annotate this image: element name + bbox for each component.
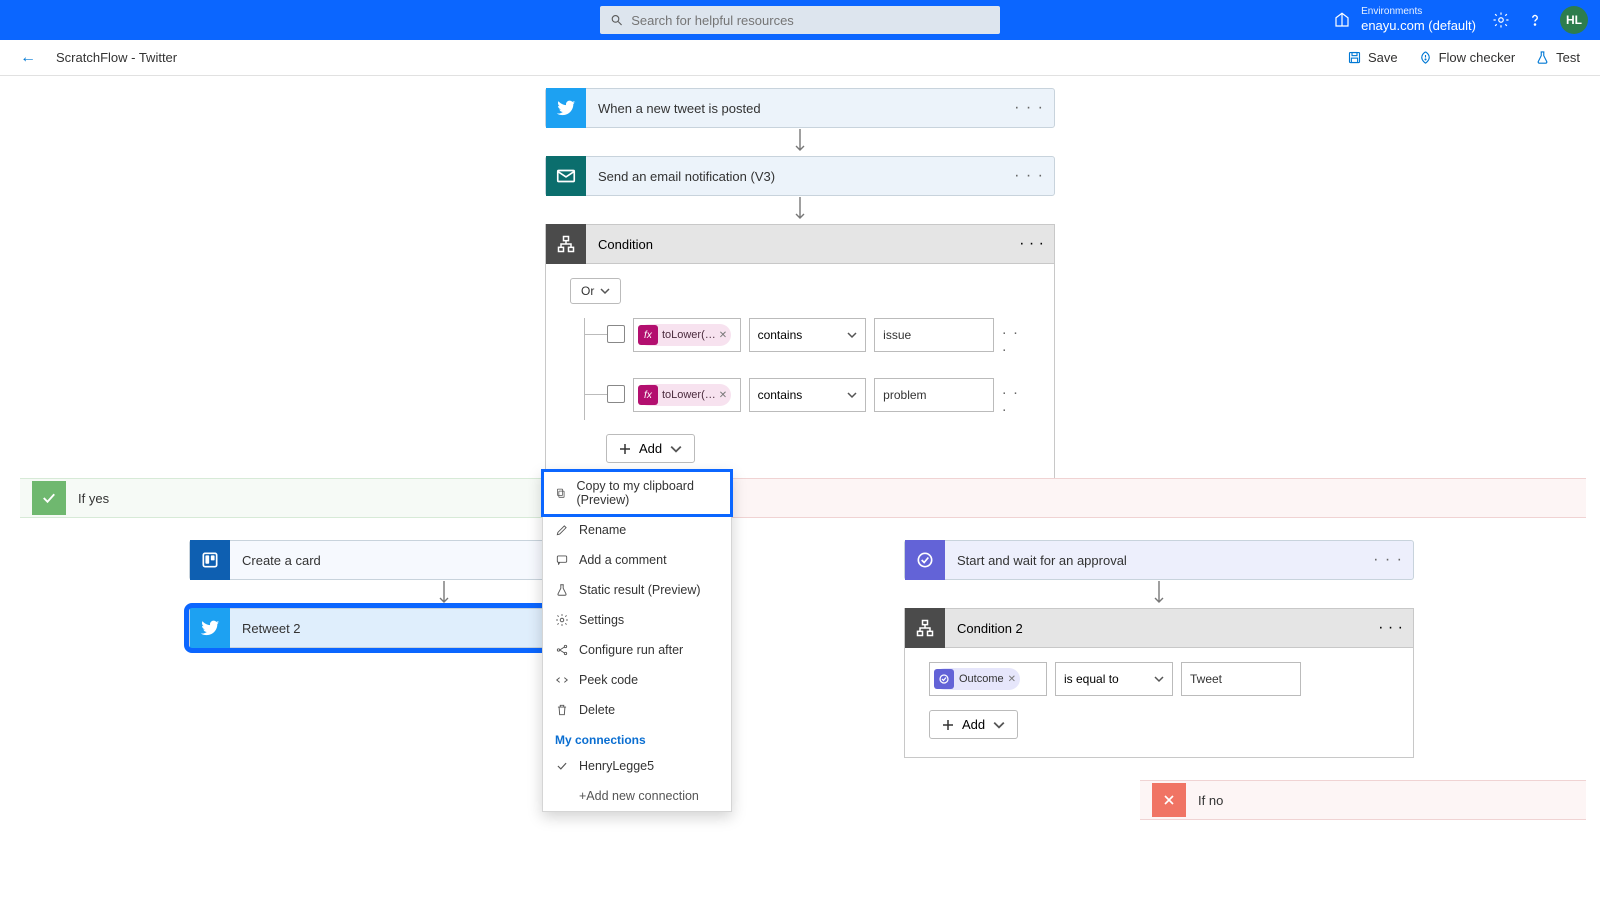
condition-body: Or fx toLower(… ✕ conta — [545, 264, 1055, 482]
twitter-icon — [190, 608, 230, 648]
environment-icon — [1333, 11, 1351, 29]
test-button[interactable]: Test — [1535, 50, 1580, 65]
context-menu: Copy to my clipboard (Preview) Rename Ad… — [542, 470, 732, 812]
condition-icon — [546, 224, 586, 264]
more-icon[interactable]: · · · — [1373, 551, 1403, 569]
group-operator-select[interactable]: Or — [570, 278, 621, 304]
right-operand[interactable]: problem — [874, 378, 994, 412]
help-icon[interactable] — [1526, 11, 1544, 29]
avatar[interactable]: HL — [1560, 6, 1588, 34]
menu-copy[interactable]: Copy to my clipboard (Preview) — [543, 471, 731, 515]
left-operand[interactable]: fx toLower(… ✕ — [633, 378, 741, 412]
row-checkbox[interactable] — [607, 385, 625, 403]
add-condition-button[interactable]: Add — [929, 710, 1018, 739]
approval-icon — [905, 540, 945, 580]
remove-token-icon[interactable]: ✕ — [719, 390, 727, 401]
command-bar: ← ScratchFlow - Twitter Save Flow checke… — [0, 40, 1600, 76]
more-icon[interactable]: · · · — [1378, 619, 1403, 637]
fx-icon: fx — [638, 385, 658, 405]
more-icon[interactable]: · · · — [1002, 324, 1030, 358]
operator-select[interactable]: contains — [749, 378, 867, 412]
menu-comment[interactable]: Add a comment — [543, 545, 731, 575]
top-bar: Environments enayu.com (default) HL — [0, 0, 1600, 40]
approval-icon — [934, 669, 954, 689]
right-operand[interactable]: Tweet — [1181, 662, 1301, 696]
env-value: enayu.com (default) — [1361, 18, 1476, 34]
operator-select[interactable]: contains — [749, 318, 867, 352]
condition2-title: Condition 2 — [957, 621, 1023, 636]
condition2-step[interactable]: Condition 2 · · · — [904, 608, 1414, 648]
approval-step[interactable]: Start and wait for an approval · · · — [904, 540, 1414, 580]
env-label: Environments — [1361, 6, 1476, 18]
more-icon[interactable]: · · · — [1019, 235, 1044, 253]
search-icon — [610, 13, 623, 27]
condition-title: Condition — [598, 237, 653, 252]
add-condition-button[interactable]: Add — [606, 434, 695, 463]
flow-title: ScratchFlow - Twitter — [56, 50, 177, 65]
close-icon — [1152, 783, 1186, 817]
back-button[interactable]: ← — [20, 49, 36, 67]
menu-rename[interactable]: Rename — [543, 515, 731, 545]
condition-row: fx toLower(… ✕ contains issue · · · — [607, 318, 1030, 358]
retweet-title: Retweet 2 — [242, 621, 301, 636]
email-title: Send an email notification (V3) — [598, 169, 775, 184]
more-icon[interactable]: · · · — [1002, 384, 1030, 418]
fx-token: fx toLower(… ✕ — [638, 384, 731, 406]
flow-checker-button[interactable]: Flow checker — [1418, 50, 1516, 65]
left-operand[interactable]: fx toLower(… ✕ — [633, 318, 741, 352]
designer-canvas: When a new tweet is posted · · · Send an… — [0, 76, 1600, 900]
trigger-step[interactable]: When a new tweet is posted · · · — [545, 88, 1055, 128]
menu-connections-header: My connections — [543, 725, 731, 751]
menu-run-after[interactable]: Configure run after — [543, 635, 731, 665]
search-input[interactable] — [631, 13, 990, 28]
menu-static-result[interactable]: Static result (Preview) — [543, 575, 731, 605]
menu-delete[interactable]: Delete — [543, 695, 731, 725]
trello-icon — [190, 540, 230, 580]
condition-row: fx toLower(… ✕ contains problem · · · — [607, 378, 1030, 418]
fx-token: fx toLower(… ✕ — [638, 324, 731, 346]
search-box[interactable] — [600, 6, 1000, 34]
environment-picker[interactable]: Environments enayu.com (default) — [1333, 6, 1476, 34]
if-no-bar — [732, 478, 1586, 518]
remove-token-icon[interactable]: ✕ — [719, 330, 727, 341]
approval-title: Start and wait for an approval — [957, 553, 1127, 568]
twitter-icon — [546, 88, 586, 128]
settings-icon[interactable] — [1492, 11, 1510, 29]
menu-settings[interactable]: Settings — [543, 605, 731, 635]
condition-step[interactable]: Condition · · · — [545, 224, 1055, 264]
mail-icon — [546, 156, 586, 196]
create-card-title: Create a card — [242, 553, 321, 568]
email-step[interactable]: Send an email notification (V3) · · · — [545, 156, 1055, 196]
menu-peek-code[interactable]: Peek code — [543, 665, 731, 695]
condition2-body: Outcome ✕ is equal to Tweet — [904, 648, 1414, 758]
more-icon[interactable]: · · · — [1014, 99, 1044, 117]
if-no-bar: If no — [1140, 780, 1586, 820]
left-operand[interactable]: Outcome ✕ — [929, 662, 1047, 696]
remove-token-icon[interactable]: ✕ — [1008, 674, 1016, 685]
right-operand[interactable]: issue — [874, 318, 994, 352]
menu-connection-item[interactable]: HenryLegge5 — [543, 751, 731, 781]
fx-icon: fx — [638, 325, 658, 345]
more-icon[interactable]: · · · — [1014, 167, 1044, 185]
trigger-title: When a new tweet is posted — [598, 101, 761, 116]
check-icon — [32, 481, 66, 515]
condition-icon — [905, 608, 945, 648]
save-button[interactable]: Save — [1347, 50, 1398, 65]
outcome-token: Outcome ✕ — [934, 668, 1020, 690]
menu-add-connection[interactable]: +Add new connection — [543, 781, 731, 811]
operator-select[interactable]: is equal to — [1055, 662, 1173, 696]
row-checkbox[interactable] — [607, 325, 625, 343]
